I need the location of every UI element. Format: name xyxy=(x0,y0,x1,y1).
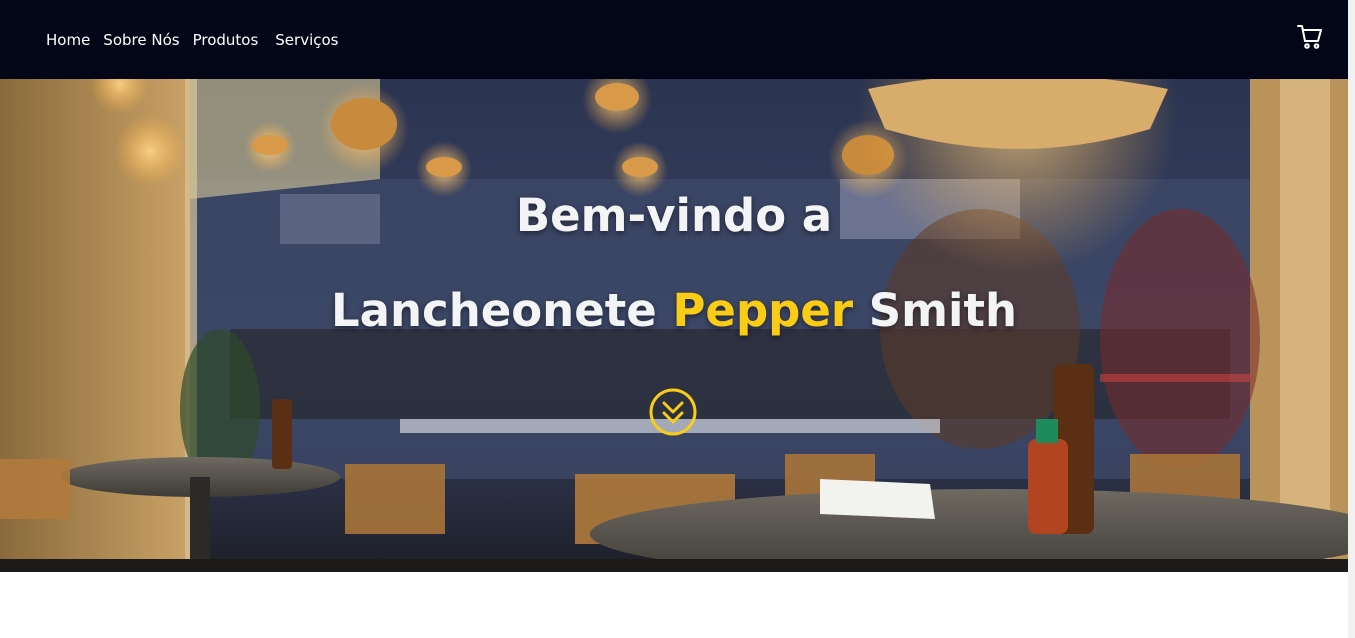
hero-subtitle-suffix: Smith xyxy=(868,284,1018,337)
chevron-double-down-icon[interactable] xyxy=(649,388,697,436)
nav-item-sobre-nos[interactable]: Sobre Nós xyxy=(103,31,179,49)
hero-subtitle-accent: Pepper xyxy=(672,284,854,337)
hero-title: Bem-vindo a xyxy=(515,189,833,242)
hero-subtitle: Lancheonete Pepper Smith xyxy=(0,284,1348,337)
nav-item-home[interactable]: Home xyxy=(46,31,90,49)
shopping-cart-icon[interactable] xyxy=(1297,24,1323,50)
navbar: Home Sobre Nós Produtos Serviços xyxy=(0,0,1355,79)
nav-item-produtos[interactable]: Produtos xyxy=(193,31,259,49)
hero-banner: Bem-vindo a Lancheonete Pepper Smith xyxy=(0,79,1348,572)
nav-links: Home Sobre Nós Produtos Serviços xyxy=(46,0,351,79)
page-scrollbar[interactable] xyxy=(1348,0,1355,638)
nav-item-servicos[interactable]: Serviços xyxy=(275,31,338,49)
hero-subtitle-prefix: Lancheonete xyxy=(330,284,657,337)
